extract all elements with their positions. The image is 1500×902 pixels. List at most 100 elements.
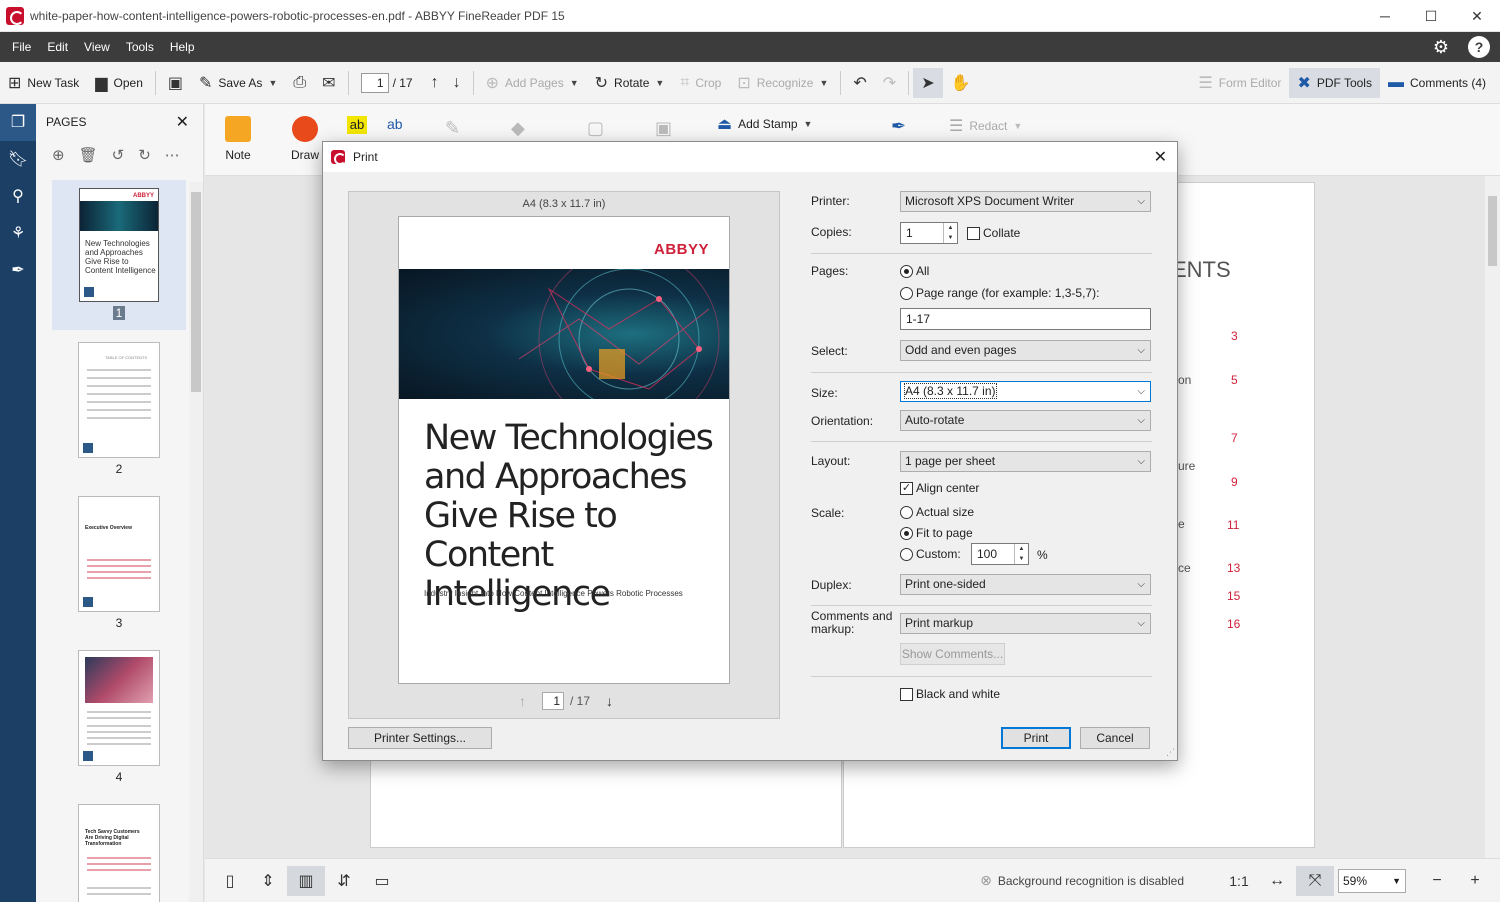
bookmarks-icon[interactable]: 🔖︎ <box>0 141 36 178</box>
odd-even-select[interactable]: Odd and even pages ⌵ <box>900 340 1151 361</box>
custom-scale-stepper[interactable]: 100 ▲ ▼ <box>971 543 1029 565</box>
layout-select[interactable]: 1 page per sheet ⌵ <box>900 451 1151 472</box>
preview-next-page-icon[interactable]: ↓ <box>606 693 613 709</box>
hand-tool-button[interactable]: ✋ <box>943 68 979 98</box>
two-page-view-icon[interactable]: ▥ <box>287 865 325 896</box>
show-comments-button[interactable]: Show Comments... <box>900 643 1005 665</box>
menu-file[interactable]: File <box>0 40 39 54</box>
comments-button[interactable]: ▬ Comments (4) <box>1380 68 1494 98</box>
page-thumbnail[interactable]: TABLE OF CONTENTS 2 <box>52 342 186 476</box>
page-thumbnail[interactable]: Tech Savvy Customers Are Driving Digital… <box>52 804 186 902</box>
select-tool-button[interactable]: ➤ <box>913 67 943 98</box>
pen-signature-icon[interactable]: ✒ <box>891 116 906 137</box>
page-range-radio[interactable]: Page range (for example: 1,3-5,7): <box>900 286 1099 300</box>
form-editor-button[interactable]: ☰ Form Editor <box>1190 68 1289 98</box>
recognize-button[interactable]: ⊡ Recognize ▼ <box>729 68 836 98</box>
page-range-input[interactable]: 1-17 <box>900 308 1151 330</box>
continuous-view-icon[interactable]: ⇵ <box>325 866 363 896</box>
more-options-icon[interactable]: ⋯ <box>165 146 180 164</box>
rotate-left-icon[interactable]: ↺ <box>112 146 125 164</box>
menu-tools[interactable]: Tools <box>118 40 162 54</box>
pages-all-radio[interactable]: All <box>900 264 929 278</box>
duplex-select[interactable]: Print one-sided ⌵ <box>900 574 1151 595</box>
fit-width-icon[interactable]: ↔ <box>1258 866 1296 896</box>
actual-size-button[interactable]: 1:1 <box>1220 866 1258 896</box>
new-task-button[interactable]: ⊞ New Task <box>0 68 87 98</box>
print-button[interactable]: ⎙ <box>285 68 314 98</box>
copies-stepper[interactable]: 1 ▲ ▼ <box>900 222 958 244</box>
highlight-text-icon[interactable]: ab <box>347 116 367 134</box>
underline-text-icon[interactable]: ab <box>387 116 403 132</box>
menu-view[interactable]: View <box>76 40 118 54</box>
stepper-arrows-icon[interactable]: ▲ ▼ <box>943 223 957 243</box>
background-icon[interactable]: ▣ <box>655 118 672 139</box>
comments-markup-select[interactable]: Print markup ⌵ <box>900 613 1151 634</box>
maximize-button[interactable]: ☐ <box>1408 0 1454 32</box>
preview-previous-page-icon[interactable]: ↑ <box>519 693 526 709</box>
menu-help[interactable]: Help <box>162 40 203 54</box>
save-as-dropdown-icon[interactable]: ▼ <box>268 78 277 88</box>
pages-panel-icon[interactable]: ❐ <box>0 104 36 141</box>
pages-scrollbar-thumb[interactable] <box>191 192 201 392</box>
single-page-view-icon[interactable]: ▯ <box>211 866 249 896</box>
next-page-arrow-icon[interactable]: ↓ <box>453 74 461 92</box>
rotate-button[interactable]: ↻ Rotate ▼ <box>587 68 673 98</box>
page-thumbnail[interactable]: ABBYY New Technologies and Approaches Gi… <box>52 180 186 330</box>
zoom-out-icon[interactable]: − <box>1418 866 1456 896</box>
draw-button[interactable]: Draw <box>287 116 323 162</box>
crop-button[interactable]: ⌗ Crop <box>672 68 729 98</box>
previous-page-arrow-icon[interactable]: ↑ <box>431 74 439 92</box>
search-icon[interactable]: ⚲ <box>0 178 36 215</box>
rotate-right-icon[interactable]: ↻ <box>138 146 151 164</box>
align-center-checkbox[interactable]: ✓ Align center <box>900 481 979 495</box>
preview-page-input[interactable]: 1 <box>542 692 564 710</box>
printer-settings-button[interactable]: Printer Settings... <box>348 727 492 749</box>
page-number-input[interactable]: 1 <box>360 72 389 93</box>
redo-button[interactable]: ↷ <box>875 68 904 98</box>
cancel-button[interactable]: Cancel <box>1080 727 1150 749</box>
document-scrollbar-thumb[interactable] <box>1488 196 1497 266</box>
eraser-icon[interactable]: ◆ <box>511 118 525 139</box>
custom-scale-radio[interactable]: Custom: <box>900 547 961 561</box>
signature-pen-icon[interactable]: ✒ <box>0 252 36 289</box>
pages-scrollbar[interactable] <box>189 182 203 902</box>
minimize-button[interactable]: ─ <box>1362 0 1408 32</box>
fit-to-page-radio[interactable]: Fit to page <box>900 526 973 540</box>
full-screen-view-icon[interactable]: ▭ <box>363 866 401 896</box>
rotate-dropdown-icon[interactable]: ▼ <box>655 78 664 88</box>
stepper-arrows-icon[interactable]: ▲ ▼ <box>1014 544 1028 564</box>
add-page-icon[interactable]: ⊕ <box>52 146 65 164</box>
help-icon[interactable]: ? <box>1468 36 1490 58</box>
fit-page-icon[interactable]: ⤧ <box>1296 865 1334 896</box>
email-button[interactable]: ✉ <box>314 68 343 98</box>
open-button[interactable]: ▆ Open <box>87 68 151 98</box>
pdf-tools-button[interactable]: ✖ PDF Tools <box>1289 67 1380 98</box>
actual-size-radio[interactable]: Actual size <box>900 505 974 519</box>
close-pages-panel-icon[interactable]: ✕ <box>176 112 189 132</box>
printer-select[interactable]: Microsoft XPS Document Writer ⌵ <box>900 191 1151 212</box>
close-window-button[interactable]: ✕ <box>1454 0 1500 32</box>
image-icon[interactable]: ▢ <box>587 118 604 139</box>
print-button[interactable]: Print <box>1001 727 1071 749</box>
close-dialog-icon[interactable]: ✕ <box>1154 147 1167 167</box>
undo-button[interactable]: ↶ <box>845 68 874 98</box>
delete-page-trash-icon[interactable]: 🗑︎ <box>79 146 98 164</box>
resize-grip-icon[interactable]: ⋰ <box>1166 747 1175 758</box>
save-as-button[interactable]: ✎ Save As ▼ <box>191 68 285 98</box>
menu-edit[interactable]: Edit <box>39 40 76 54</box>
add-pages-button[interactable]: ⊕ Add Pages ▼ <box>478 68 587 98</box>
orientation-select[interactable]: Auto-rotate ⌵ <box>900 410 1151 431</box>
zoom-in-icon[interactable]: + <box>1456 866 1494 896</box>
document-scrollbar[interactable] <box>1485 176 1500 858</box>
zoom-select[interactable]: 59% ▼ <box>1338 868 1406 893</box>
save-button[interactable]: ▣ <box>160 68 191 98</box>
fit-height-view-icon[interactable]: ⇕ <box>249 866 287 896</box>
black-and-white-checkbox[interactable]: Black and white <box>900 687 1000 701</box>
paper-size-select[interactable]: A4 (8.3 x 11.7 in) ⌵ <box>900 381 1151 402</box>
settings-gear-icon[interactable]: ⚙ <box>1430 36 1452 58</box>
add-stamp-button[interactable]: ⏏ Add Stamp ▼ <box>717 114 812 134</box>
collate-checkbox[interactable]: Collate <box>967 226 1020 240</box>
attachments-paperclip-icon[interactable]: ⚘ <box>0 215 36 252</box>
redact-button[interactable]: ☰ Redact ▼ <box>949 116 1022 136</box>
edit-text-icon[interactable]: ✎ <box>445 118 460 139</box>
